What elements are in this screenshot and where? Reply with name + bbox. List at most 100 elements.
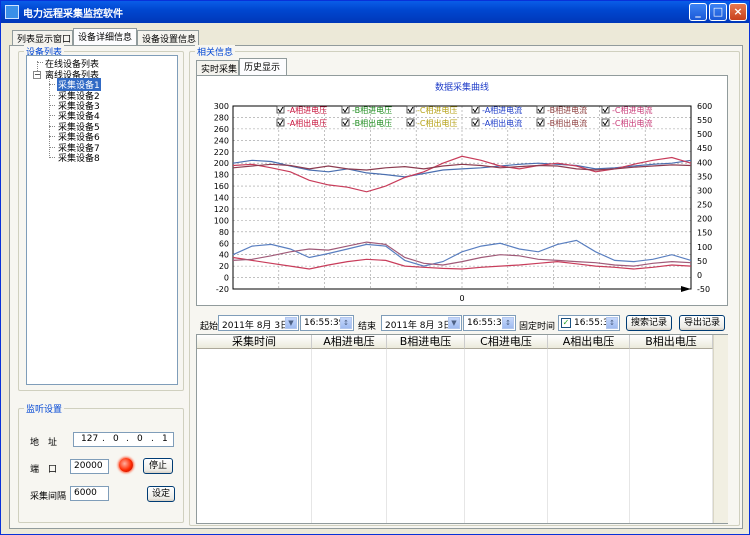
listen-settings-title: 监听设置 <box>24 402 65 415</box>
window-title: 电力远程采集监控软件 <box>23 9 123 20</box>
y-tick-label: 100 <box>214 216 229 225</box>
end-label: 结束 <box>358 322 377 332</box>
chart-title: 数据采集曲线 <box>435 81 489 93</box>
column-header[interactable]: B相进电压 <box>387 335 465 349</box>
fixed-time-picker[interactable]: ✓ 16:55:39 ↕ <box>558 315 620 331</box>
y-tick-label: 40 <box>219 251 229 260</box>
legend-label: -B相出电流 <box>547 118 587 128</box>
tree-line <box>49 136 55 137</box>
set-interval-button[interactable]: 设定 <box>147 486 175 502</box>
start-date-value: 2011年 8月 3日 <box>222 321 290 331</box>
records-table[interactable]: 采集时间 A相进电压 B相进电压 C相进电压 A相出电压 B相出电压 <box>196 334 728 524</box>
port-input[interactable]: 20000 <box>70 459 109 474</box>
end-time-picker[interactable]: 16:55:39 ↕ <box>463 315 516 331</box>
y2-tick-label: 500 <box>697 130 712 139</box>
table-column <box>548 349 630 523</box>
y-tick-label: 140 <box>214 194 229 203</box>
title-bar[interactable]: 电力远程采集监控软件 _ □ × <box>1 1 749 23</box>
ip-octet-3: 0 <box>137 434 143 444</box>
y-tick-label: 240 <box>214 136 229 145</box>
y-tick-label: 200 <box>214 159 229 168</box>
ip-octet-1: 127 <box>81 434 99 444</box>
dropdown-arrow-icon[interactable]: ▼ <box>285 317 297 329</box>
spinner-icon[interactable]: ↕ <box>502 317 514 329</box>
tab-list-view[interactable]: 列表显示窗口 <box>12 30 73 45</box>
legend-label: -A相出电流 <box>482 118 522 128</box>
port-label: 端 口 <box>30 465 58 475</box>
start-label: 起始 <box>200 322 219 332</box>
export-records-button[interactable]: 导出记录 <box>679 315 725 331</box>
spinner-icon[interactable]: ↕ <box>606 317 618 329</box>
interval-input[interactable]: 6000 <box>70 486 109 501</box>
y2-tick-label: 150 <box>697 229 712 238</box>
column-header[interactable]: B相出电压 <box>630 335 713 349</box>
tree-line <box>49 157 55 158</box>
legend-label: -A相出电压 <box>287 118 327 128</box>
spinner-icon[interactable]: ↕ <box>340 317 352 329</box>
dropdown-arrow-icon[interactable]: ▼ <box>448 317 460 329</box>
tab-device-detail[interactable]: 设备详细信息 <box>73 28 137 45</box>
y2-tick-label: 100 <box>697 243 712 252</box>
column-header[interactable]: A相出电压 <box>548 335 630 349</box>
chart-area: 数据采集曲线 300 280 260 240 220 200 180 160 140 120 100 8… <box>196 75 728 306</box>
legend-label: -A相进电流 <box>482 105 522 115</box>
tree-collapse-icon[interactable]: − <box>33 71 41 79</box>
y-tick-label: 180 <box>214 171 229 180</box>
end-date-picker[interactable]: 2011年 8月 3日 ▼ <box>381 315 462 331</box>
maximize-button[interactable]: □ <box>709 3 727 21</box>
legend-label: -A相进电压 <box>287 105 327 115</box>
y-tick-label: 300 <box>214 102 229 111</box>
table-column <box>387 349 465 523</box>
tree-device-8[interactable]: 采集设备8 <box>58 151 100 164</box>
legend-label: -B相进电流 <box>547 105 587 115</box>
tree-line <box>49 126 55 127</box>
x-tick-label: 0 <box>459 294 464 303</box>
ip-octet-2: 0 <box>113 434 119 444</box>
legend-label: -B相进电压 <box>352 105 392 115</box>
tab-realtime[interactable]: 实时采集 <box>196 60 239 75</box>
device-tree[interactable]: 在线设备列表 − 离线设备列表 采集设备1 采集设备2 采集设备3 采集设备4 … <box>26 55 178 385</box>
axis-arrow-icon <box>681 286 691 292</box>
y-tick-label: 280 <box>214 113 229 122</box>
table-column <box>312 349 387 523</box>
table-column <box>197 349 312 523</box>
table-column <box>630 349 713 523</box>
column-header[interactable]: 采集时间 <box>197 335 312 349</box>
y2-tick-label: 450 <box>697 144 712 153</box>
y2-tick-label: -50 <box>697 285 710 294</box>
y-tick-label: 80 <box>219 228 229 237</box>
app-icon <box>5 5 19 19</box>
legend-label: -C相进电压 <box>417 105 457 115</box>
address-label: 地 址 <box>30 438 58 448</box>
start-time-value: 16:55:39 <box>304 318 345 328</box>
stop-button[interactable]: 停止 <box>143 458 173 474</box>
y-tick-label: 160 <box>214 182 229 191</box>
tab-history[interactable]: 历史显示 <box>239 58 287 75</box>
ip-dot: . <box>102 434 105 444</box>
minimize-button[interactable]: _ <box>689 3 707 21</box>
status-led-icon <box>119 458 133 472</box>
close-button[interactable]: × <box>729 3 747 21</box>
tree-line <box>49 105 55 106</box>
y-tick-label: 220 <box>214 148 229 157</box>
column-header[interactable]: C相进电压 <box>465 335 548 349</box>
tab-device-settings[interactable]: 设备设置信息 <box>137 30 199 45</box>
legend-label: -C相出电流 <box>612 118 652 128</box>
start-time-picker[interactable]: 16:55:39 ↕ <box>300 315 354 331</box>
tree-line <box>49 115 55 116</box>
y2-tick-label: 550 <box>697 116 712 125</box>
y2-tick-label: 50 <box>697 257 707 266</box>
y-tick-label: 20 <box>219 262 229 271</box>
start-date-picker[interactable]: 2011年 8月 3日 ▼ <box>218 315 299 331</box>
search-records-button[interactable]: 搜索记录 <box>626 315 672 331</box>
tree-line <box>49 77 50 158</box>
table-scrollbar[interactable] <box>713 335 728 523</box>
fixed-time-checkbox[interactable]: ✓ <box>561 318 571 328</box>
column-header[interactable]: A相进电压 <box>312 335 387 349</box>
ip-address-input[interactable]: 127 . 0 . 0 . 1 <box>73 432 174 447</box>
tree-line <box>49 84 55 85</box>
y-tick-label: 0 <box>224 274 229 283</box>
y2-tick-label: 350 <box>697 172 712 181</box>
legend-label: -B相出电压 <box>352 118 392 128</box>
legend-label: -C相进电流 <box>612 105 652 115</box>
